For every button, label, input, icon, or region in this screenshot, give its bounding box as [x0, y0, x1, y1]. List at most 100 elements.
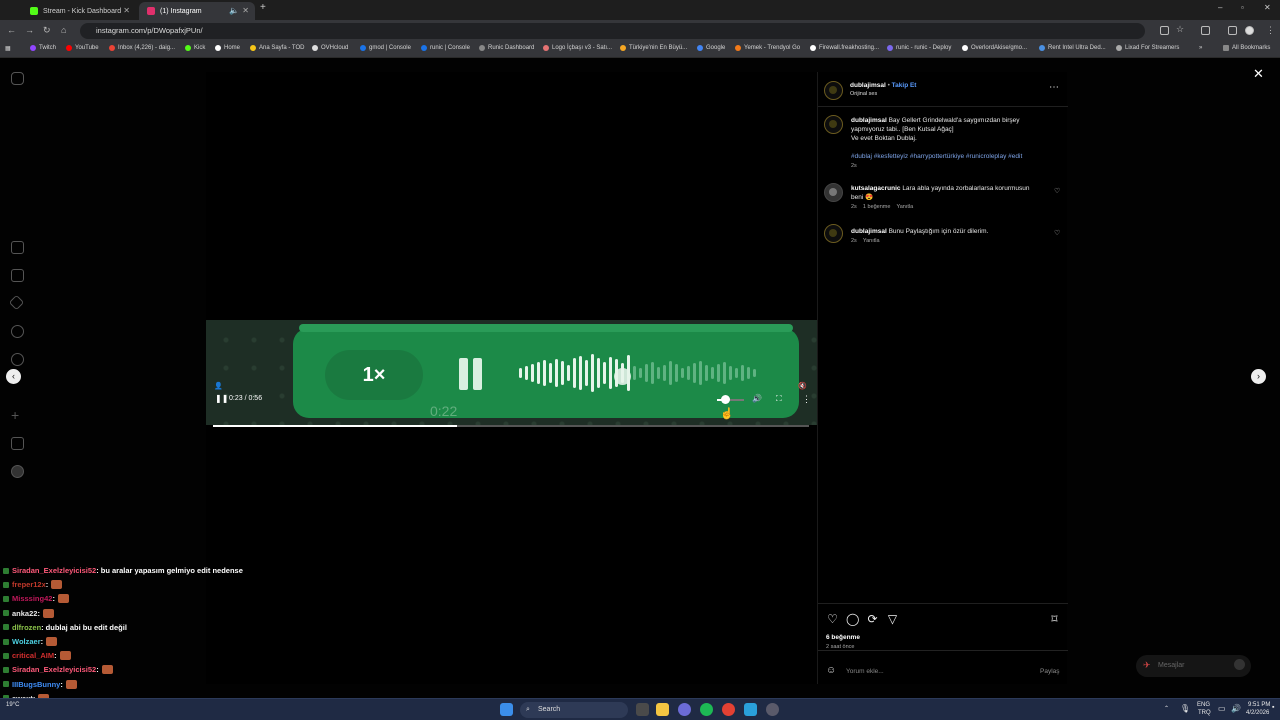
like-comment-icon[interactable]: ♡ [1054, 229, 1060, 237]
user-icon[interactable]: 👤 [214, 382, 223, 390]
home-icon[interactable] [11, 241, 24, 254]
next-post-button[interactable]: › [1251, 369, 1266, 384]
explore-icon[interactable] [11, 353, 24, 366]
search-icon[interactable] [11, 325, 24, 338]
fullscreen-icon[interactable]: ⛶ [776, 394, 782, 404]
chat-username[interactable]: Misssing42 [12, 594, 52, 603]
bookmark-inbox[interactable]: Inbox (4,226) - daig... [109, 45, 175, 51]
taskbar-search[interactable]: ⌕ Search [520, 702, 628, 718]
repost-icon[interactable]: ⟳ [866, 613, 879, 626]
instagram-logo-icon[interactable] [11, 72, 24, 85]
all-bookmarks[interactable]: All Bookmarks [1223, 45, 1270, 51]
chrome-icon[interactable] [722, 703, 735, 716]
more-options-icon[interactable]: ⋮ [802, 394, 811, 405]
volume-slider-handle[interactable] [721, 395, 730, 404]
close-tab-icon[interactable]: ✕ [242, 6, 249, 15]
comment-meta[interactable]: 2s 1 beğenme Yanıtla [851, 204, 913, 210]
mic-icon[interactable]: 🎙 [1180, 704, 1190, 713]
previous-post-button[interactable]: ‹ [6, 369, 21, 384]
notification-icon[interactable]: ▪ [1272, 704, 1274, 711]
bookmark-ovhcloud[interactable]: OVHcloud [312, 45, 348, 51]
video-player[interactable]: 1× 0:22 👤 🔇 ❚❚ 0:23 / 0:56 🔊 ⛶ ⋮ ☝ [206, 72, 817, 684]
weather-widget[interactable]: 19°C [6, 702, 19, 708]
language-indicator-2[interactable]: TRQ [1198, 710, 1211, 716]
bookmark-rent-intel[interactable]: Rent Intel Ultra Ded... [1039, 45, 1106, 51]
share-icon[interactable]: ▽ [886, 613, 899, 626]
close-window-icon[interactable]: ✕ [1264, 3, 1271, 12]
chat-username[interactable]: critical_AIM [12, 651, 54, 660]
install-app-icon[interactable] [1160, 26, 1169, 35]
media-control-icon[interactable] [1228, 26, 1237, 35]
obs-icon[interactable] [766, 703, 779, 716]
menu-icon[interactable]: ⋮ [1266, 25, 1275, 36]
author-username[interactable]: dublajimsal [850, 82, 886, 89]
comment-author[interactable]: dublajimsal [851, 228, 887, 235]
chat-username[interactable]: IIIBugsBunny [12, 680, 60, 689]
bookmark-logo[interactable]: Logo İçbaşı v3 - Satı... [543, 45, 612, 51]
comment-icon[interactable]: ◯ [846, 613, 859, 626]
clock-date[interactable]: 4/2/2026 [1246, 710, 1269, 716]
author-avatar[interactable] [824, 81, 843, 100]
maximize-icon[interactable]: ▫ [1241, 3, 1244, 12]
task-view-icon[interactable] [636, 703, 649, 716]
caption-author[interactable]: dublajimsal [851, 117, 887, 124]
commenter-avatar[interactable] [824, 183, 843, 202]
volume-tray-icon[interactable]: 🔊 [1231, 704, 1241, 713]
tray-overflow-icon[interactable]: ⌃ [1164, 705, 1169, 712]
chat-username[interactable]: Siradan_Exelzleyicisi52 [12, 665, 96, 674]
like-icon[interactable]: ♡ [826, 613, 839, 626]
bookmark-twitch[interactable]: Twitch [30, 45, 56, 51]
pause-icon[interactable]: ❚❚ [215, 394, 228, 403]
spotify-icon[interactable] [700, 703, 713, 716]
bookmark-runic-dashboard[interactable]: Runic Dashboard [479, 45, 534, 51]
create-icon[interactable]: + [11, 408, 24, 422]
save-icon[interactable]: ⌑ [1048, 613, 1061, 626]
bookmark-firewall[interactable]: Firewall.freakhosting... [810, 45, 879, 51]
discord-icon[interactable] [678, 703, 691, 716]
tab-instagram[interactable]: (1) Instagram 🔈 ✕ [139, 2, 255, 20]
chat-username[interactable]: Wolzaer [12, 637, 41, 646]
bookmark-turkiye[interactable]: Türkiye'nin En Büyü... [620, 45, 687, 51]
volume-icon[interactable]: 🔊 [752, 394, 762, 403]
dashboard-icon[interactable] [11, 437, 24, 450]
apps-icon[interactable]: ▦ [5, 45, 11, 52]
chat-username[interactable]: anka22 [12, 609, 37, 618]
profile-icon[interactable] [11, 465, 24, 478]
likes-count[interactable]: 6 beğenme [826, 633, 860, 642]
reels-icon[interactable] [11, 269, 24, 282]
video-progress-bar[interactable] [213, 425, 809, 427]
home-icon[interactable]: ⌂ [61, 25, 66, 35]
close-modal-icon[interactable]: ✕ [1253, 66, 1264, 82]
post-comment-button[interactable]: Paylaş [1040, 667, 1060, 676]
extensions-icon[interactable] [1201, 26, 1210, 35]
bookmark-ana-sayfa[interactable]: Ana Sayfa - TOD [250, 45, 304, 51]
tab-kick-dashboard[interactable]: Stream - Kick Dashboard ✕ [22, 2, 136, 20]
profile-avatar[interactable] [1245, 26, 1254, 35]
caption-hashtags[interactable]: #dublaj #kesfetteyiz #harrypottertürkiye… [851, 153, 1022, 160]
bookmark-lixad[interactable]: Lixad For Streamers [1116, 45, 1179, 51]
caption-author-avatar[interactable] [824, 115, 843, 134]
audio-label[interactable]: Orijinal ses [850, 90, 916, 99]
close-tab-icon[interactable]: ✕ [123, 6, 130, 15]
bookmark-runic-deploy[interactable]: runic - runic - Deploy [887, 45, 951, 51]
language-indicator[interactable]: ENG [1197, 702, 1210, 708]
bookmark-github[interactable]: OverlordAkise/gmo... [962, 45, 1027, 51]
telegram-icon[interactable] [744, 703, 757, 716]
bookmark-google[interactable]: Google [697, 45, 725, 51]
bookmark-star-icon[interactable]: ☆ [1176, 24, 1184, 35]
post-options-icon[interactable]: ⋯ [1049, 82, 1059, 93]
clock-time[interactable]: 9:51 PM [1248, 702, 1270, 708]
mute-icon[interactable]: 🔇 [798, 382, 807, 390]
comment-author[interactable]: kutsalagacrunic [851, 185, 901, 192]
bookmark-kick[interactable]: Kick [185, 45, 205, 51]
url-field[interactable]: instagram.com/p/DWopafxjPUn/ [80, 23, 1145, 39]
follow-button[interactable]: Takip Et [892, 82, 917, 89]
chat-username[interactable]: freper12x [12, 580, 46, 589]
comment-meta[interactable]: 2s Yanıtla [851, 238, 880, 244]
speaker-icon[interactable]: 🔈 [229, 6, 239, 15]
start-icon[interactable] [500, 703, 513, 716]
bookmark-home[interactable]: Home [215, 45, 240, 51]
forward-icon[interactable]: → [25, 25, 34, 35]
chat-username[interactable]: dlfrozen [12, 623, 41, 632]
bookmark-trendyol[interactable]: Yemek - Trendyol Go [735, 45, 800, 51]
